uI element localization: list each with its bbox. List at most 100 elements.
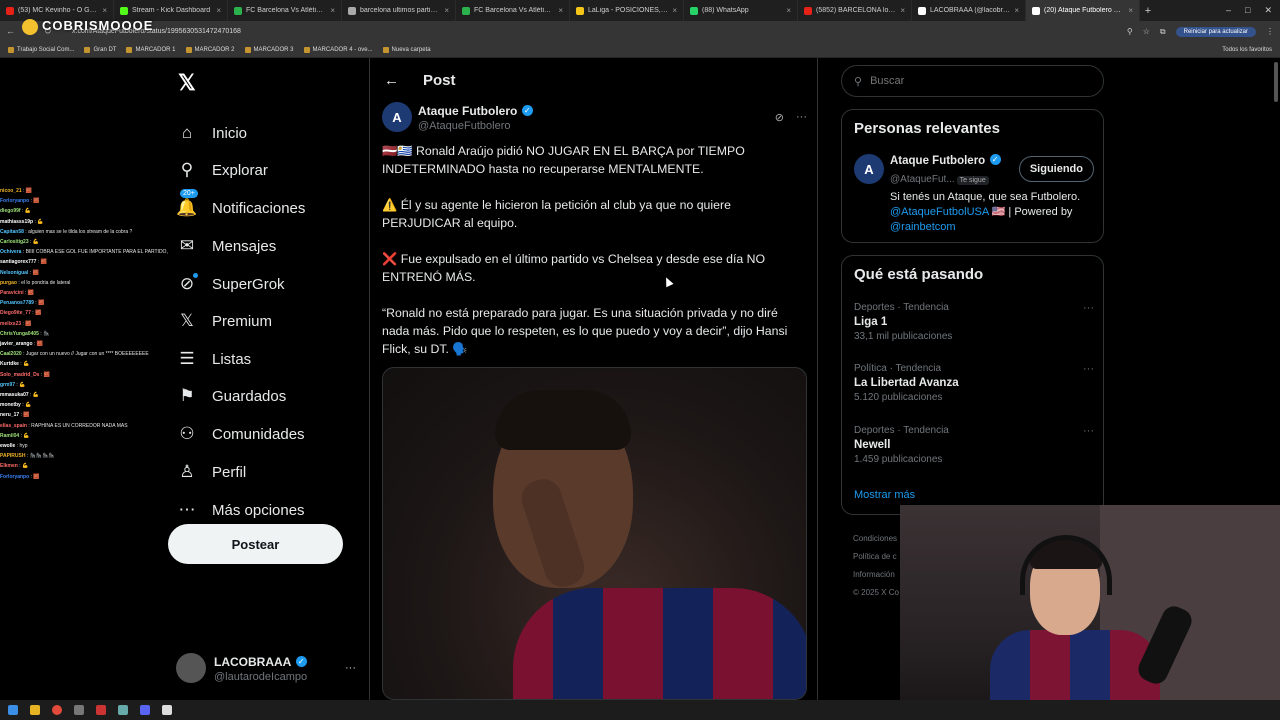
chat-user[interactable]: Capitan58 — [0, 229, 24, 235]
trend-item[interactable]: Deportes · Tendencia Liga 1 33,1 mil publi… — [854, 302, 1094, 342]
post-image[interactable] — [382, 367, 807, 700]
bookmark-item[interactable]: MARCADOR 4 - ove... — [303, 46, 373, 53]
chat-user[interactable]: Forloryanpo — [0, 198, 29, 204]
bookmark-item[interactable]: Gran DT — [84, 46, 116, 53]
author-name[interactable]: Ataque Futbolero — [418, 104, 517, 118]
browser-tab[interactable]: barcelona ultimos partidos - B× — [342, 0, 456, 21]
chat-user[interactable]: nicoo_21 — [0, 188, 22, 194]
close-icon[interactable]: × — [1128, 6, 1133, 15]
chat-user[interactable]: Forloryanpo — [0, 474, 29, 480]
close-icon[interactable]: × — [900, 6, 905, 15]
browser-tab[interactable]: (5852) BARCELONA logró REM × — [798, 0, 912, 21]
bio-link[interactable]: @AtaqueFutbolUSA — [890, 206, 989, 218]
account-switcher[interactable]: LACOBRAAA ✓ @lautarodeIcampo ··· — [176, 650, 356, 686]
nav-item-supergrok[interactable]: ⊘ SuperGrok — [176, 273, 285, 295]
bookmark-item[interactable]: MARCADOR 1 — [126, 46, 176, 53]
browser-tab[interactable]: LACOBRAAA (@lacobraaa2.0)× — [912, 0, 1026, 21]
nav-item-notificaciones[interactable]: 🔔 20+ Notificaciones — [176, 189, 305, 219]
close-icon[interactable]: × — [672, 6, 677, 15]
menu-icon[interactable]: ⋮ — [1266, 27, 1274, 36]
chrome-icon[interactable] — [52, 705, 62, 715]
browser-tab[interactable]: FC Barcelona Vs Atlético de M × — [456, 0, 570, 21]
app-icon[interactable] — [118, 705, 128, 715]
chat-user[interactable]: mmasuka07 — [0, 392, 29, 398]
following-button[interactable]: Siguiendo — [1018, 156, 1094, 182]
back-icon[interactable]: ← — [6, 26, 15, 37]
browser-tab[interactable]: (20) Ataque Futbolero en X: " × — [1026, 0, 1140, 21]
nav-item-listas[interactable]: ☰ Listas — [176, 348, 251, 370]
chat-user[interactable]: Caal2020 — [0, 351, 22, 357]
close-icon[interactable]: × — [786, 6, 791, 15]
new-tab-button[interactable]: + — [1140, 5, 1156, 17]
chat-user[interactable]: mathiasss19p — [0, 219, 33, 225]
chat-user[interactable]: ewolle — [0, 443, 15, 449]
trend-item[interactable]: Deportes · Tendencia Newell 1.459 publicac… — [854, 425, 1094, 465]
page-scrollbar[interactable] — [1274, 62, 1278, 102]
bookmark-item[interactable]: MARCADOR 3 — [244, 46, 294, 53]
chat-user[interactable]: neru_17 — [0, 412, 19, 418]
maximize-icon[interactable]: □ — [1245, 5, 1250, 16]
chat-user[interactable]: Peruanos7789 — [0, 300, 34, 306]
chat-user[interactable]: Solo_madrid_Ds — [0, 372, 39, 378]
more-options-icon[interactable]: ··· — [796, 111, 807, 124]
trend-item[interactable]: Política · Tendencia La Libertad Avanza 5.… — [854, 363, 1094, 403]
bookmark-item[interactable]: Trabajo Social Com... — [8, 46, 74, 53]
nav-item-inicio[interactable]: ⌂ Inicio — [176, 122, 247, 144]
chat-user[interactable]: Carlositig23 — [0, 239, 29, 245]
show-more-link[interactable]: Mostrar más — [854, 489, 915, 501]
chat-user[interactable]: Ramil04 — [0, 433, 19, 439]
app-icon[interactable] — [162, 705, 172, 715]
url-field[interactable]: x.com/AtaqueFutbolero/status/19956305314… — [66, 28, 1127, 35]
x-logo-icon[interactable]: 𝕏 — [178, 70, 196, 96]
chat-user[interactable]: Diego9ite_77 — [0, 310, 31, 316]
close-window-icon[interactable]: ✕ — [1264, 5, 1272, 16]
close-icon[interactable]: × — [102, 6, 107, 15]
chat-user[interactable]: grm97 — [0, 382, 15, 388]
chat-user[interactable]: Paravicini — [0, 290, 24, 296]
minimize-icon[interactable]: – — [1226, 5, 1231, 16]
close-icon[interactable]: × — [558, 6, 563, 15]
back-arrow-icon[interactable]: ← — [384, 72, 399, 89]
bookmark-item[interactable]: Nueva carpeta — [382, 46, 431, 53]
more-options-icon[interactable]: ··· — [1083, 425, 1094, 437]
search-box[interactable]: ⚲ — [841, 65, 1104, 97]
chat-user[interactable]: Ochivera — [0, 249, 21, 255]
chat-user[interactable]: diego99f — [0, 208, 21, 214]
chat-user[interactable]: purgao — [0, 280, 17, 286]
update-button[interactable]: Reiniciar para actualizar — [1175, 26, 1256, 37]
star-icon[interactable]: ☆ — [1143, 27, 1150, 36]
nav-item-explorar[interactable]: ⚲ Explorar — [176, 159, 268, 181]
browser-tab[interactable]: FC Barcelona Vs Atlético de M × — [228, 0, 342, 21]
chat-user[interactable]: melixs23 — [0, 321, 21, 327]
more-options-icon[interactable]: ··· — [1083, 363, 1094, 375]
grok-icon[interactable]: ⊘ — [775, 111, 784, 124]
search-input[interactable] — [870, 75, 1091, 87]
chat-user[interactable]: Kurtdke — [0, 361, 19, 367]
chat-user[interactable]: monetby — [0, 402, 21, 408]
nav-item-perfil[interactable]: ♙ Perfil — [176, 461, 246, 483]
nav-item-guardados[interactable]: ⚑ Guardados — [176, 385, 286, 407]
chat-user[interactable]: elias_spain — [0, 423, 27, 429]
author-avatar[interactable]: A — [382, 102, 412, 132]
browser-tab[interactable]: LaLiga - POSICIONES, RESULT × — [570, 0, 684, 21]
more-icon[interactable]: ··· — [345, 662, 356, 674]
discord-icon[interactable] — [140, 705, 150, 715]
app-icon[interactable] — [96, 705, 106, 715]
all-bookmarks-button[interactable]: Todos los favoritos — [1222, 47, 1272, 53]
extensions-icon[interactable]: ⧉ — [1160, 27, 1166, 37]
app-icon[interactable] — [74, 705, 84, 715]
start-icon[interactable] — [8, 705, 18, 715]
browser-tab[interactable]: (88) WhatsApp × — [684, 0, 798, 21]
more-options-icon[interactable]: ··· — [1083, 302, 1094, 314]
relevant-name[interactable]: Ataque Futbolero — [890, 155, 985, 167]
chat-user[interactable]: javier_arango — [0, 341, 33, 347]
close-icon[interactable]: × — [444, 6, 449, 15]
folder-icon[interactable] — [30, 705, 40, 715]
chat-user[interactable]: Elkmen — [0, 463, 18, 469]
nav-item-comunidades[interactable]: ⚇ Comunidades — [176, 423, 304, 445]
close-icon[interactable]: × — [216, 6, 221, 15]
author-handle[interactable]: @AtaqueFutbolero — [418, 120, 533, 132]
bookmark-item[interactable]: MARCADOR 2 — [185, 46, 235, 53]
chat-user[interactable]: santiagorex777 — [0, 259, 36, 265]
post-button[interactable]: Postear — [168, 524, 343, 564]
